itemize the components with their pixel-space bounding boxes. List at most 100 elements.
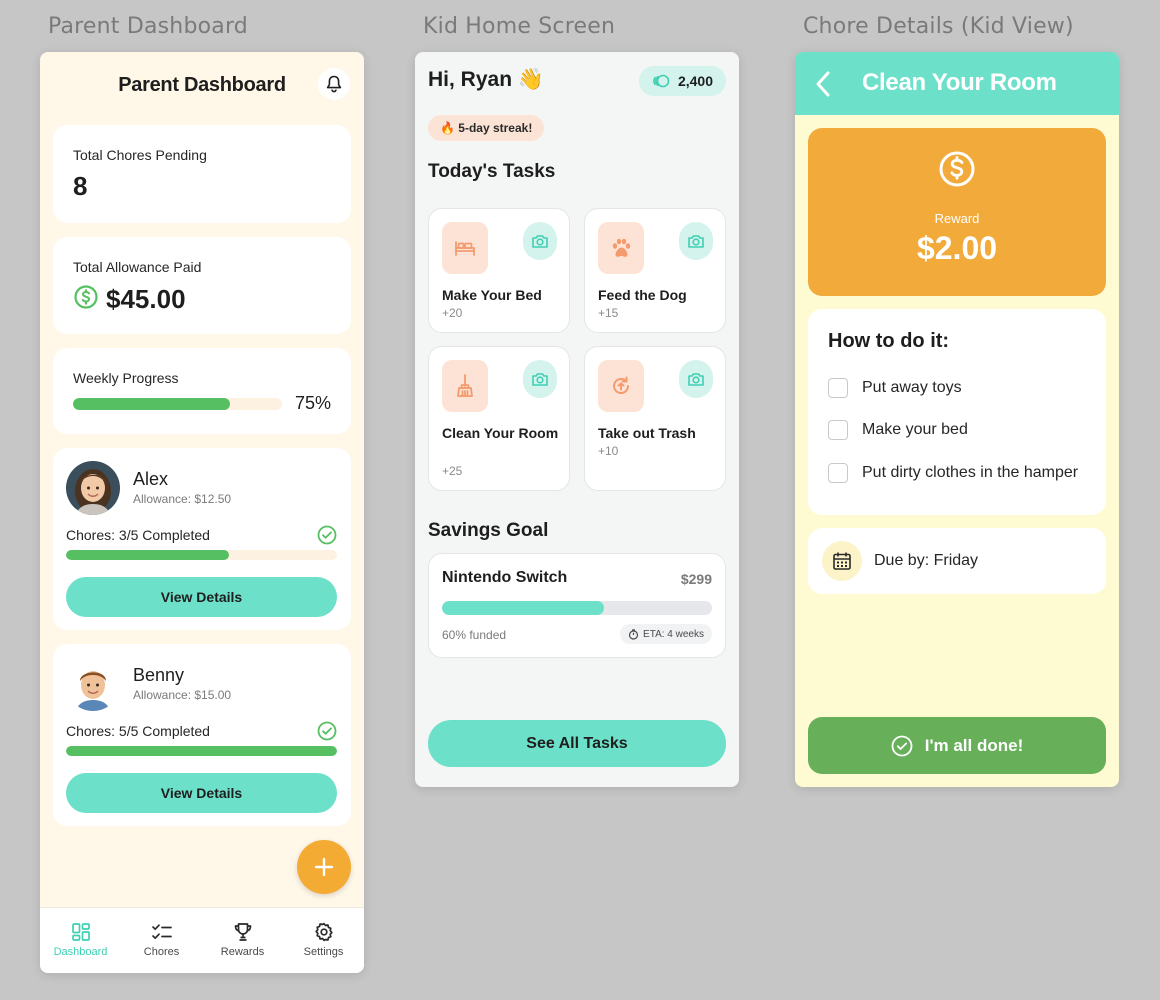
mark-done-button[interactable]: I'm all done! xyxy=(808,717,1106,774)
mark-done-label: I'm all done! xyxy=(924,735,1024,755)
step-label: Put dirty clothes in the hamper xyxy=(862,464,1079,481)
task-points: +25 xyxy=(442,464,463,478)
task-icon-box xyxy=(598,360,644,412)
photo-proof-button[interactable] xyxy=(523,222,557,260)
reward-card: Reward $2.00 xyxy=(808,128,1106,296)
dollar-icon xyxy=(939,151,975,187)
task-card-feed-dog[interactable]: Feed the Dog +15 xyxy=(584,208,726,333)
kid-allowance: Allowance: $12.50 xyxy=(133,492,232,506)
task-icon-box xyxy=(598,222,644,274)
tab-label: Chores xyxy=(143,946,180,958)
step-checkbox[interactable] xyxy=(828,420,848,440)
camera-icon xyxy=(688,373,704,386)
check-circle-icon xyxy=(317,721,337,741)
savings-progress-fill xyxy=(442,601,604,615)
pending-card: Total Chores Pending 8 xyxy=(53,125,351,223)
screen-label-parent: Parent Dashboard xyxy=(48,14,248,39)
broom-icon xyxy=(457,374,473,397)
reward-amount: $2.00 xyxy=(916,230,998,266)
greeting: Hi, Ryan 👋 xyxy=(428,68,545,91)
bed-icon xyxy=(455,241,475,256)
due-date-card: Due by: Friday xyxy=(808,528,1106,594)
timer-icon xyxy=(628,628,639,640)
task-name: Make Your Bed xyxy=(442,287,542,303)
view-details-button-alex[interactable]: View Details xyxy=(66,577,337,617)
gear-icon xyxy=(314,922,333,942)
instructions-title: How to do it: xyxy=(828,330,950,352)
avatar xyxy=(66,657,120,711)
step-item[interactable]: Make your bed xyxy=(828,420,968,440)
bell-icon xyxy=(326,75,342,93)
camera-icon xyxy=(532,235,548,248)
chevron-left-icon xyxy=(816,71,830,97)
savings-funded-text: 60% funded xyxy=(442,628,507,642)
view-details-button-benny[interactable]: View Details xyxy=(66,773,337,813)
tab-dashboard[interactable]: Dashboard xyxy=(40,908,121,973)
dollar-icon xyxy=(74,285,98,309)
weekly-progress-fill xyxy=(73,398,230,410)
task-card-make-bed[interactable]: Make Your Bed +20 xyxy=(428,208,570,333)
kid-chores-status: Chores: 3/5 Completed xyxy=(66,527,210,543)
step-item[interactable]: Put away toys xyxy=(828,378,962,398)
savings-goal-name: Nintendo Switch xyxy=(442,569,568,586)
weekly-progress-card: Weekly Progress 75% xyxy=(53,348,351,434)
savings-progress-bar xyxy=(442,601,712,615)
chore-details-screen: Clean Your Room Reward $2.00 How to do i… xyxy=(795,52,1119,787)
check-circle-icon xyxy=(891,735,913,756)
tab-rewards[interactable]: Rewards xyxy=(202,908,283,973)
step-item[interactable]: Put dirty clothes in the hamper xyxy=(828,463,1078,483)
kid-chores-progress xyxy=(66,746,337,756)
tab-settings[interactable]: Settings xyxy=(283,908,364,973)
parent-dashboard-screen: Parent Dashboard Total Chores Pending 8 … xyxy=(40,52,364,973)
page-title: Parent Dashboard xyxy=(118,74,286,96)
kid-name: Benny xyxy=(133,665,185,685)
step-checkbox[interactable] xyxy=(828,463,848,483)
photo-proof-button[interactable] xyxy=(523,360,557,398)
kid-card-benny: Benny Allowance: $15.00 Chores: 5/5 Comp… xyxy=(53,644,351,826)
tasks-section-title: Today's Tasks xyxy=(428,161,556,182)
kid-chores-status: Chores: 5/5 Completed xyxy=(66,723,210,739)
coin-balance-badge[interactable]: 2,400 xyxy=(639,66,726,96)
due-date-text: Due by: Friday xyxy=(874,552,979,569)
add-chore-button[interactable] xyxy=(297,840,351,894)
pending-label: Total Chores Pending xyxy=(73,147,207,163)
task-points: +10 xyxy=(598,444,619,458)
step-checkbox[interactable] xyxy=(828,378,848,398)
chore-title: Clean Your Room xyxy=(862,69,1057,96)
task-card-take-trash[interactable]: Take out Trash +10 xyxy=(584,346,726,491)
photo-proof-button[interactable] xyxy=(679,222,713,260)
parent-header: Parent Dashboard xyxy=(40,52,364,118)
task-card-clean-room[interactable]: Clean Your Room +25 xyxy=(428,346,570,491)
step-label: Put away toys xyxy=(862,379,962,396)
tab-label: Settings xyxy=(303,946,344,958)
screen-label-kid: Kid Home Screen xyxy=(423,14,616,39)
streak-badge: 🔥 5-day streak! xyxy=(428,115,545,141)
plus-icon xyxy=(314,857,334,877)
screen-label-chore: Chore Details (Kid View) xyxy=(803,14,1074,39)
kid-card-alex: Alex Allowance: $12.50 Chores: 3/5 Compl… xyxy=(53,448,351,630)
camera-icon xyxy=(688,235,704,248)
tab-chores[interactable]: Chores xyxy=(121,908,202,973)
task-icon-box xyxy=(442,360,488,412)
savings-goal-price: $299 xyxy=(680,571,712,587)
weekly-progress-label: Weekly Progress xyxy=(73,370,179,386)
allowance-card: Total Allowance Paid $45.00 xyxy=(53,237,351,334)
savings-goal-card[interactable]: Nintendo Switch $299 60% funded ETA: 4 w… xyxy=(428,553,726,658)
back-button[interactable] xyxy=(809,70,837,98)
checklist-icon xyxy=(151,924,172,940)
instructions-card: How to do it: Put away toys Make your be… xyxy=(808,309,1106,515)
due-icon-wrap xyxy=(822,541,862,581)
bottom-tab-bar: Dashboard Chores Rewards Settings xyxy=(40,907,364,973)
see-all-tasks-button[interactable]: See All Tasks xyxy=(428,720,726,767)
task-icon-box xyxy=(442,222,488,274)
coin-balance: 2,400 xyxy=(677,73,714,89)
photo-proof-button[interactable] xyxy=(679,360,713,398)
reward-label: Reward xyxy=(934,211,980,226)
notifications-button[interactable] xyxy=(318,68,350,100)
kid-chores-progress-fill xyxy=(66,550,229,560)
dashboard-icon xyxy=(71,923,90,941)
pending-count: 8 xyxy=(73,171,88,201)
task-points: +20 xyxy=(442,306,463,320)
weekly-progress-percent: 75% xyxy=(295,393,332,413)
weekly-progress-bar xyxy=(73,398,282,410)
